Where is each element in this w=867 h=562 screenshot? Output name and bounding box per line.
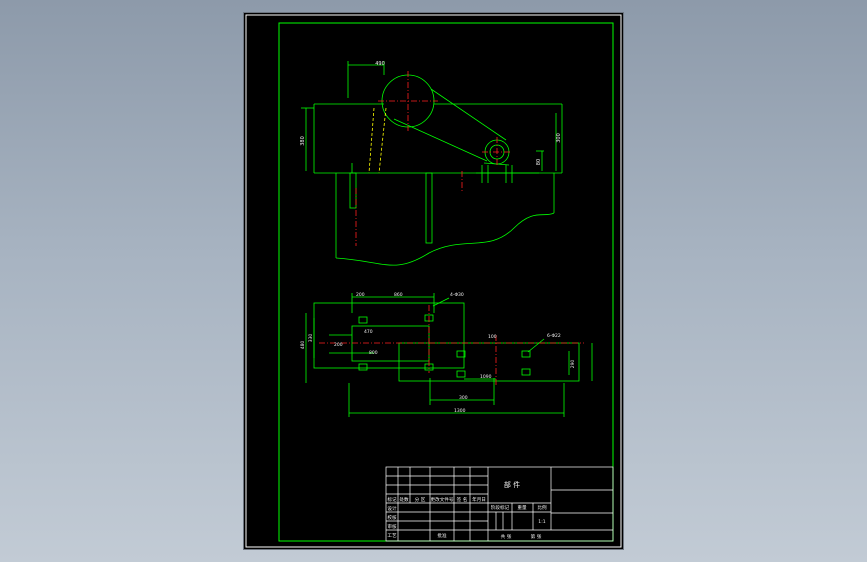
title-block-header: 标记 处数 分 区 更改文件号 签 名 年月日: [387, 496, 486, 503]
svg-text:860: 860: [394, 292, 403, 298]
break-line: [335, 212, 555, 266]
svg-text:290: 290: [570, 360, 576, 369]
svg-text:1090: 1090: [480, 374, 492, 380]
svg-text:更改文件号: 更改文件号: [431, 496, 454, 503]
drawing-sheet: 490 380 300 80 200 860 4-Φ30 470 480 330…: [245, 14, 622, 548]
belt-upper: [430, 88, 507, 141]
title-block-row-labels: 设计 校核 审核 工艺: [387, 505, 397, 539]
plan-left-block: [313, 302, 465, 369]
svg-text:480: 480: [300, 341, 306, 350]
sheet-total: 共 张: [501, 533, 512, 540]
scale-value: 1:1: [538, 519, 545, 525]
svg-text:年月日: 年月日: [472, 496, 486, 503]
svg-text:设计: 设计: [387, 505, 397, 512]
dim-right-height: 300: [556, 133, 562, 143]
belt-lower: [393, 118, 488, 162]
title-block: [385, 466, 614, 542]
dim-small-height: 80: [536, 159, 542, 165]
dim-top-width: 490: [375, 61, 385, 67]
part-name: 部 件: [504, 480, 520, 489]
approve-label: 批准: [437, 532, 447, 539]
svg-text:4-Φ30: 4-Φ30: [450, 292, 464, 298]
svg-text:处数: 处数: [399, 496, 409, 503]
svg-text:工艺: 工艺: [387, 533, 397, 539]
svg-text:470: 470: [364, 329, 373, 335]
sheet-number: 第 张: [531, 533, 542, 540]
plan-view: [305, 293, 593, 417]
svg-text:800: 800: [369, 350, 378, 356]
svg-text:分 区: 分 区: [415, 496, 426, 503]
svg-text:200: 200: [334, 342, 343, 348]
scale-label: 比例: [537, 504, 547, 511]
svg-text:签 名: 签 名: [457, 496, 468, 503]
svg-text:1300: 1300: [454, 408, 466, 414]
svg-text:100: 100: [488, 334, 497, 340]
svg-text:校核: 校核: [387, 514, 397, 521]
elevation-hidden-lines: [368, 107, 387, 174]
stage-label: 阶段标记: [491, 504, 510, 511]
cad-drawing-viewport[interactable]: 490 380 300 80 200 860 4-Φ30 470 480 330…: [244, 13, 623, 549]
svg-text:300: 300: [459, 395, 468, 401]
elevation-view: [301, 61, 563, 266]
inner-drawing-frame: [278, 22, 614, 542]
svg-text:200: 200: [356, 292, 365, 298]
svg-text:330: 330: [308, 334, 314, 343]
svg-text:标记: 标记: [387, 496, 397, 503]
weight-label: 重量: [517, 504, 527, 511]
svg-text:6-Φ22: 6-Φ22: [547, 333, 561, 339]
svg-text:审核: 审核: [387, 523, 397, 530]
dim-left-height: 380: [300, 136, 306, 146]
